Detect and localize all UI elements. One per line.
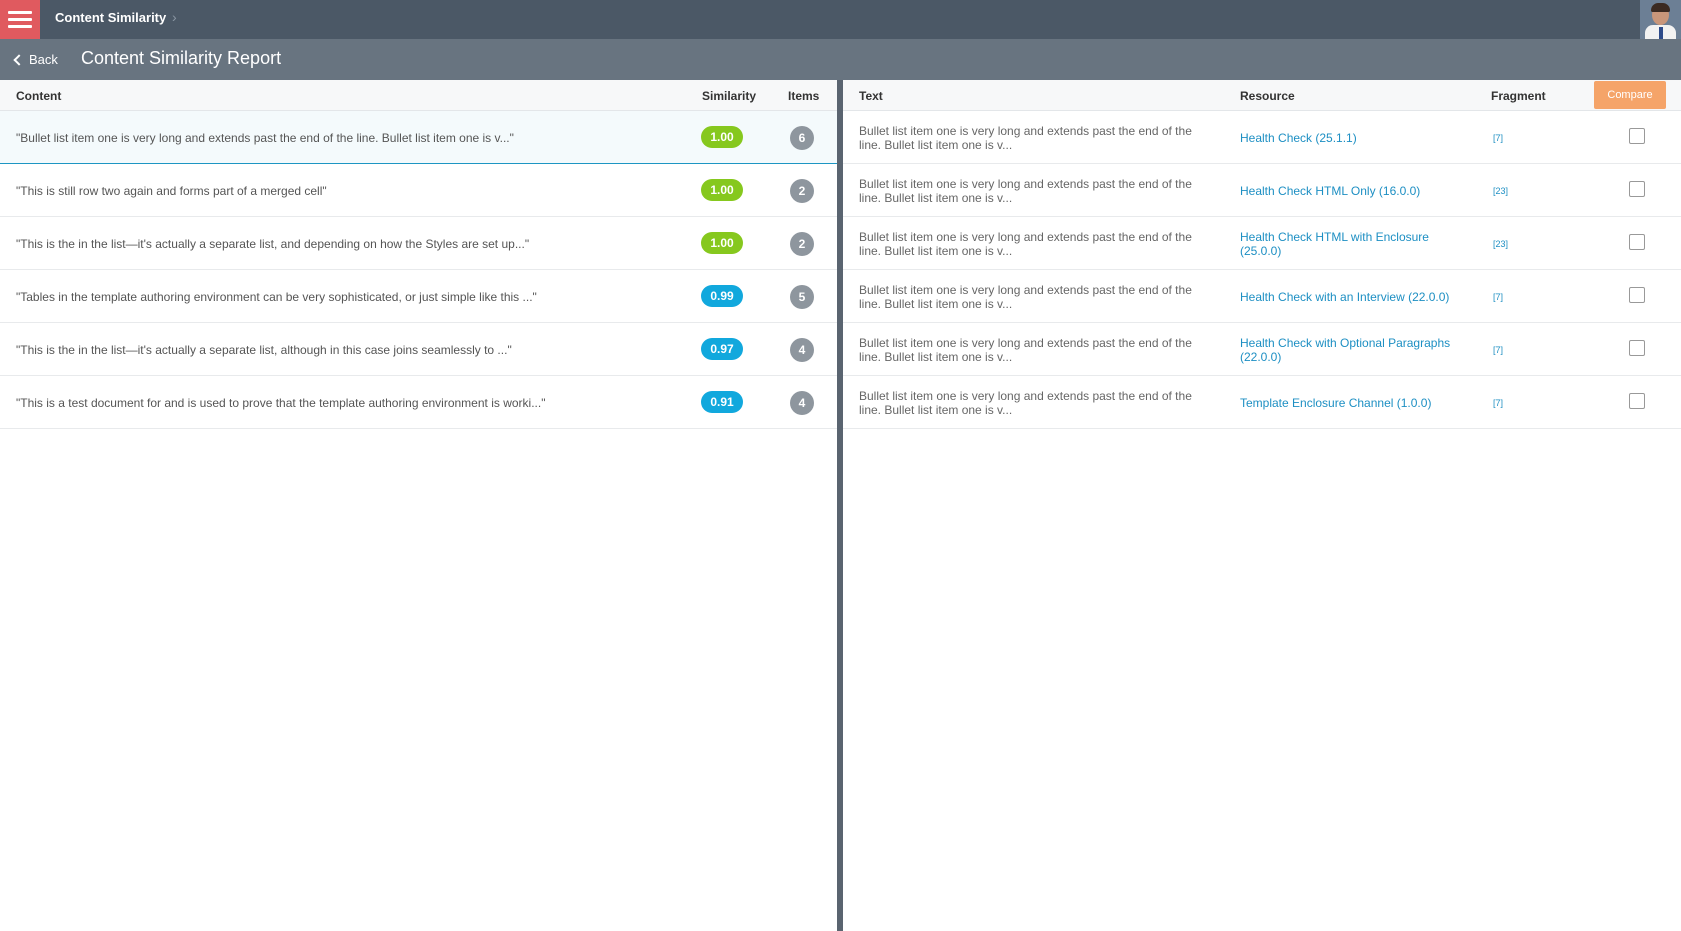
items-count-badge: 4 <box>790 338 814 362</box>
user-avatar[interactable] <box>1640 0 1681 39</box>
resource-link[interactable]: Health Check HTML with Enclosure (25.0.0… <box>1240 230 1470 258</box>
resource-link[interactable]: Health Check with Optional Paragraphs (2… <box>1240 336 1470 364</box>
content-row[interactable]: "Bullet list item one is very long and e… <box>0 111 837 164</box>
fragment-link[interactable]: [23] <box>1493 239 1508 249</box>
match-row[interactable]: Bullet list item one is very long and ex… <box>843 323 1681 376</box>
content-text: "This is a test document for and is used… <box>16 396 546 410</box>
match-text: Bullet list item one is very long and ex… <box>859 389 1192 417</box>
fragment-link[interactable]: [7] <box>1493 345 1503 355</box>
resource-link[interactable]: Health Check (25.1.1) <box>1240 131 1470 145</box>
header-fragment[interactable]: Fragment <box>1491 89 1546 103</box>
header-content[interactable]: Content <box>16 89 61 103</box>
fragment-link[interactable]: [23] <box>1493 186 1508 196</box>
header-resource[interactable]: Resource <box>1240 89 1295 103</box>
content-list-pane: Content Similarity Items "Bullet list it… <box>0 80 837 931</box>
match-text: Bullet list item one is very long and ex… <box>859 230 1192 258</box>
compare-checkbox[interactable] <box>1629 340 1645 356</box>
similarity-badge: 1.00 <box>701 179 743 201</box>
compare-checkbox[interactable] <box>1629 234 1645 250</box>
items-count-badge: 5 <box>790 285 814 309</box>
similarity-badge: 1.00 <box>701 126 743 148</box>
compare-button[interactable]: Compare <box>1594 81 1666 109</box>
match-text: Bullet list item one is very long and ex… <box>859 177 1192 205</box>
items-count-badge: 6 <box>790 126 814 150</box>
content-text: "This is still row two again and forms p… <box>16 184 327 198</box>
chevron-right-icon: › <box>172 9 177 25</box>
fragment-link[interactable]: [7] <box>1493 133 1503 143</box>
similarity-badge: 0.99 <box>701 285 743 307</box>
match-text: Bullet list item one is very long and ex… <box>859 283 1192 311</box>
match-row[interactable]: Bullet list item one is very long and ex… <box>843 376 1681 429</box>
chevron-left-icon <box>13 53 25 66</box>
content-table-header: Content Similarity Items <box>0 80 837 111</box>
match-table-header: Text Resource Fragment Compare <box>843 80 1681 111</box>
match-row[interactable]: Bullet list item one is very long and ex… <box>843 270 1681 323</box>
page-title: Content Similarity Report <box>81 48 282 68</box>
similarity-badge: 0.91 <box>701 391 743 413</box>
content-text: "Bullet list item one is very long and e… <box>16 131 514 145</box>
content-text: "Tables in the template authoring enviro… <box>16 290 537 304</box>
content-row[interactable]: "This is the in the list—it's actually a… <box>0 217 837 270</box>
match-row[interactable]: Bullet list item one is very long and ex… <box>843 217 1681 270</box>
items-count-badge: 2 <box>790 179 814 203</box>
compare-checkbox[interactable] <box>1629 181 1645 197</box>
content-row[interactable]: "This is the in the list—it's actually a… <box>0 323 837 376</box>
content-text: "This is the in the list—it's actually a… <box>16 237 530 251</box>
resource-link[interactable]: Template Enclosure Channel (1.0.0) <box>1240 396 1470 410</box>
content-row[interactable]: "This is a test document for and is used… <box>0 376 837 429</box>
similarity-badge: 1.00 <box>701 232 743 254</box>
back-button[interactable]: Back <box>12 52 58 67</box>
match-text: Bullet list item one is very long and ex… <box>859 124 1192 152</box>
hamburger-icon[interactable] <box>0 0 40 39</box>
match-row[interactable]: Bullet list item one is very long and ex… <box>843 164 1681 217</box>
header-text[interactable]: Text <box>859 89 883 103</box>
match-row[interactable]: Bullet list item one is very long and ex… <box>843 111 1681 164</box>
compare-checkbox[interactable] <box>1629 128 1645 144</box>
header-similarity[interactable]: Similarity <box>702 89 756 103</box>
fragment-link[interactable]: [7] <box>1493 398 1503 408</box>
top-bar: Content Similarity › <box>0 0 1681 39</box>
content-text: "This is the in the list—it's actually a… <box>16 343 512 357</box>
compare-checkbox[interactable] <box>1629 393 1645 409</box>
page-header: Back Content Similarity Report <box>0 39 1681 80</box>
content-row[interactable]: "Tables in the template authoring enviro… <box>0 270 837 323</box>
match-detail-pane: Text Resource Fragment Compare Bullet li… <box>843 80 1681 931</box>
content-row[interactable]: "This is still row two again and forms p… <box>0 164 837 217</box>
resource-link[interactable]: Health Check HTML Only (16.0.0) <box>1240 184 1470 198</box>
breadcrumb-content-similarity[interactable]: Content Similarity <box>55 10 166 25</box>
back-label: Back <box>29 52 58 67</box>
fragment-link[interactable]: [7] <box>1493 292 1503 302</box>
items-count-badge: 4 <box>790 391 814 415</box>
compare-checkbox[interactable] <box>1629 287 1645 303</box>
resource-link[interactable]: Health Check with an Interview (22.0.0) <box>1240 290 1470 304</box>
header-items[interactable]: Items <box>788 89 819 103</box>
similarity-badge: 0.97 <box>701 338 743 360</box>
items-count-badge: 2 <box>790 232 814 256</box>
match-text: Bullet list item one is very long and ex… <box>859 336 1192 364</box>
